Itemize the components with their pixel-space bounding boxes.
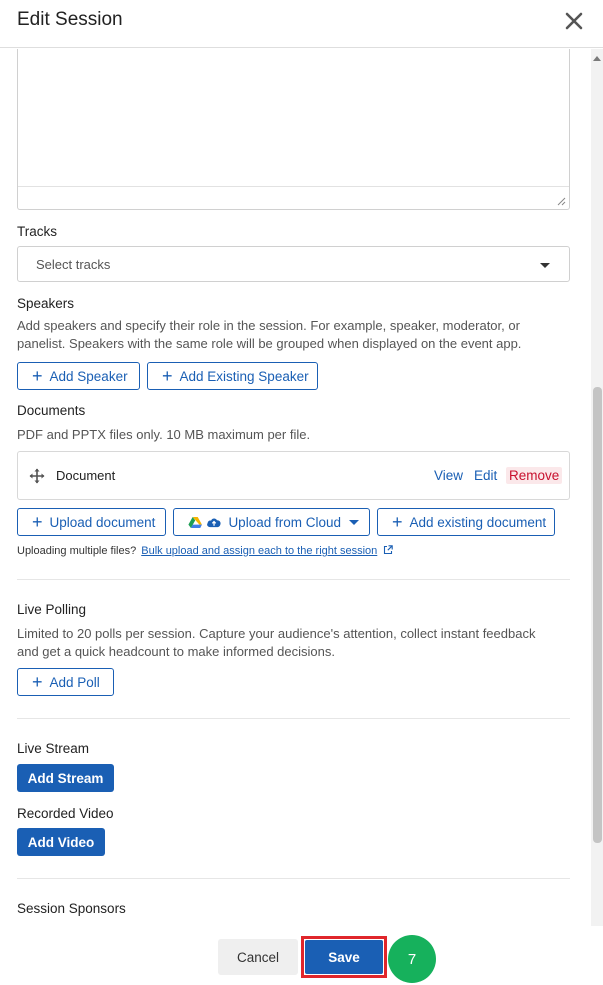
- document-name: Document: [56, 468, 116, 483]
- close-icon[interactable]: [563, 10, 585, 32]
- add-stream-button[interactable]: Add Stream: [17, 764, 114, 792]
- modal-footer: Cancel Save 7: [0, 926, 603, 985]
- cancel-button[interactable]: Cancel: [218, 939, 298, 975]
- live-polling-label: Live Polling: [17, 602, 87, 617]
- live-stream-label: Live Stream: [17, 741, 90, 756]
- upload-document-label: Upload document: [49, 514, 156, 530]
- add-poll-label: Add Poll: [49, 674, 100, 690]
- modal-body[interactable]: Tracks Select tracks Speakers Add speake…: [0, 49, 603, 926]
- speakers-label: Speakers: [17, 296, 75, 311]
- move-icon[interactable]: [29, 468, 45, 484]
- caret-down-icon: [540, 263, 550, 268]
- plus-icon: +: [32, 512, 43, 532]
- section-divider: [17, 718, 570, 719]
- documents-label: Documents: [17, 403, 86, 418]
- add-video-button[interactable]: Add Video: [17, 828, 105, 856]
- tracks-placeholder: Select tracks: [36, 257, 111, 272]
- save-button[interactable]: Save: [305, 940, 383, 974]
- textarea-toolbar-divider: [18, 186, 569, 187]
- upload-document-button[interactable]: + Upload document: [17, 508, 166, 536]
- add-existing-document-label: Add existing document: [409, 514, 547, 530]
- speakers-description: Add speakers and specify their role in t…: [17, 318, 522, 351]
- resize-handle-icon[interactable]: [557, 197, 566, 206]
- plus-icon: +: [32, 366, 43, 386]
- description-textarea[interactable]: [17, 49, 570, 210]
- external-link-icon: [384, 545, 394, 555]
- documents-description: PDF and PPTX files only. 10 MB maximum p…: [17, 427, 311, 442]
- recorded-video-label: Recorded Video: [17, 806, 114, 821]
- plus-icon: +: [392, 512, 403, 532]
- section-divider: [17, 579, 570, 580]
- bulk-upload-note-text: Uploading multiple files?: [17, 545, 137, 557]
- google-drive-icon: [188, 516, 202, 528]
- plus-icon: +: [162, 366, 173, 386]
- bulk-upload-link[interactable]: Bulk upload and assign each to the right…: [141, 545, 377, 557]
- add-existing-speaker-label: Add Existing Speaker: [179, 368, 309, 384]
- edit-link[interactable]: Edit: [474, 468, 497, 483]
- add-poll-button[interactable]: + Add Poll: [17, 668, 114, 696]
- remove-link[interactable]: Remove: [506, 467, 563, 484]
- modal-title: Edit Session: [17, 9, 123, 30]
- add-existing-speaker-button[interactable]: + Add Existing Speaker: [147, 362, 318, 390]
- tracks-label: Tracks: [17, 224, 57, 239]
- step-badge: 7: [388, 935, 436, 983]
- modal-header: Edit Session: [0, 0, 603, 48]
- session-sponsors-label: Session Sponsors: [17, 901, 126, 916]
- add-speaker-label: Add Speaker: [49, 368, 128, 384]
- bulk-upload-note: Uploading multiple files? Bulk upload and…: [17, 545, 394, 557]
- scroll-up-arrow-icon[interactable]: [593, 56, 601, 61]
- upload-from-cloud-label: Upload from Cloud: [228, 514, 341, 530]
- section-divider: [17, 878, 570, 879]
- live-polling-description: Limited to 20 polls per session. Capture…: [17, 626, 536, 659]
- plus-icon: +: [32, 672, 43, 692]
- upload-from-cloud-button[interactable]: Upload from Cloud: [173, 508, 370, 536]
- caret-down-icon: [349, 519, 359, 525]
- tracks-select[interactable]: Select tracks: [17, 246, 570, 282]
- scrollbar-thumb[interactable]: [593, 387, 602, 843]
- add-speaker-button[interactable]: + Add Speaker: [17, 362, 140, 390]
- view-link[interactable]: View: [434, 468, 463, 483]
- cloud-upload-icon: [207, 518, 221, 528]
- document-row: Document View Edit Remove: [17, 451, 570, 500]
- add-existing-document-button[interactable]: + Add existing document: [377, 508, 555, 536]
